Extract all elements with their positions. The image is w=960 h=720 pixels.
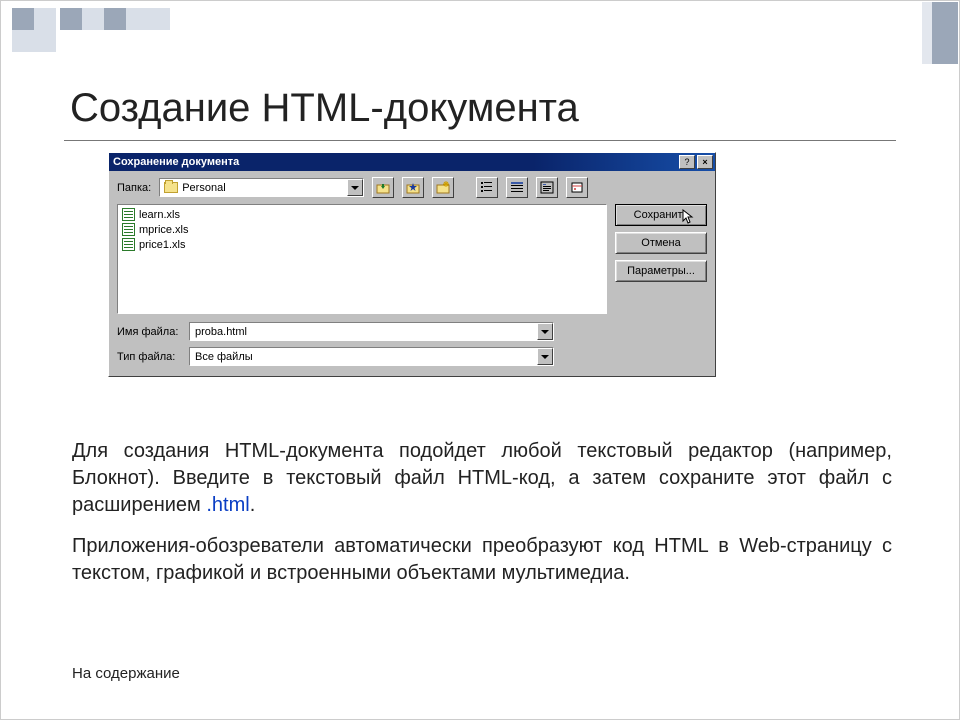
xls-icon xyxy=(122,208,135,221)
file-item[interactable]: price1.xls xyxy=(120,237,604,252)
filetype-value: Все файлы xyxy=(195,351,253,363)
tools-button[interactable] xyxy=(566,177,588,198)
list-view-button[interactable] xyxy=(476,177,498,198)
chevron-down-icon[interactable] xyxy=(537,348,553,365)
up-folder-button[interactable] xyxy=(372,177,394,198)
filename-value: proba.html xyxy=(195,326,247,338)
cancel-button[interactable]: Отмена xyxy=(615,232,707,254)
save-dialog: Сохранение документа ? × Папка: Personal xyxy=(108,152,716,377)
chevron-down-icon[interactable] xyxy=(347,179,363,196)
right-decoration-2 xyxy=(922,2,932,64)
file-name: price1.xls xyxy=(139,239,185,251)
help-button[interactable]: ? xyxy=(679,155,695,169)
chevron-down-icon[interactable] xyxy=(537,323,553,340)
folder-value: Personal xyxy=(182,182,225,194)
file-name: mprice.xls xyxy=(139,224,189,236)
filename-label: Имя файла: xyxy=(117,326,183,338)
toc-link[interactable]: На содержание xyxy=(72,665,180,682)
dialog-titlebar[interactable]: Сохранение документа ? × xyxy=(109,153,715,171)
folder-icon xyxy=(164,182,178,193)
close-button[interactable]: × xyxy=(697,155,713,169)
parameters-button[interactable]: Параметры... xyxy=(615,260,707,282)
file-list[interactable]: learn.xls mprice.xls price1.xls xyxy=(117,204,607,314)
paragraph-2: Приложения-обозреватели автоматически пр… xyxy=(72,533,892,587)
filetype-label: Тип файла: xyxy=(117,351,183,363)
paragraph-1c: . xyxy=(250,494,256,516)
xls-icon xyxy=(122,238,135,251)
page-title: Создание HTML-документа xyxy=(70,86,579,131)
corner-decoration xyxy=(12,8,170,52)
question-icon: ? xyxy=(684,158,689,167)
properties-button[interactable] xyxy=(536,177,558,198)
favorites-button[interactable] xyxy=(402,177,424,198)
body-text: Для создания HTML-документа подойдет люб… xyxy=(72,438,892,601)
paragraph-1a: Для создания HTML-документа подойдет люб… xyxy=(72,440,892,516)
file-item[interactable]: learn.xls xyxy=(120,207,604,222)
file-name: learn.xls xyxy=(139,209,180,221)
title-underline xyxy=(64,140,896,141)
dialog-title: Сохранение документа xyxy=(113,156,239,168)
folder-label: Папка: xyxy=(117,182,151,194)
details-view-button[interactable] xyxy=(506,177,528,198)
xls-icon xyxy=(122,223,135,236)
folder-dropdown[interactable]: Personal xyxy=(159,178,364,197)
extension-highlight: .html xyxy=(206,494,249,516)
save-button[interactable]: Сохранить xyxy=(615,204,707,226)
filename-input[interactable]: proba.html xyxy=(189,322,554,341)
right-decoration xyxy=(932,2,958,64)
close-icon: × xyxy=(702,158,707,167)
filetype-dropdown[interactable]: Все файлы xyxy=(189,347,554,366)
file-item[interactable]: mprice.xls xyxy=(120,222,604,237)
new-folder-button[interactable] xyxy=(432,177,454,198)
